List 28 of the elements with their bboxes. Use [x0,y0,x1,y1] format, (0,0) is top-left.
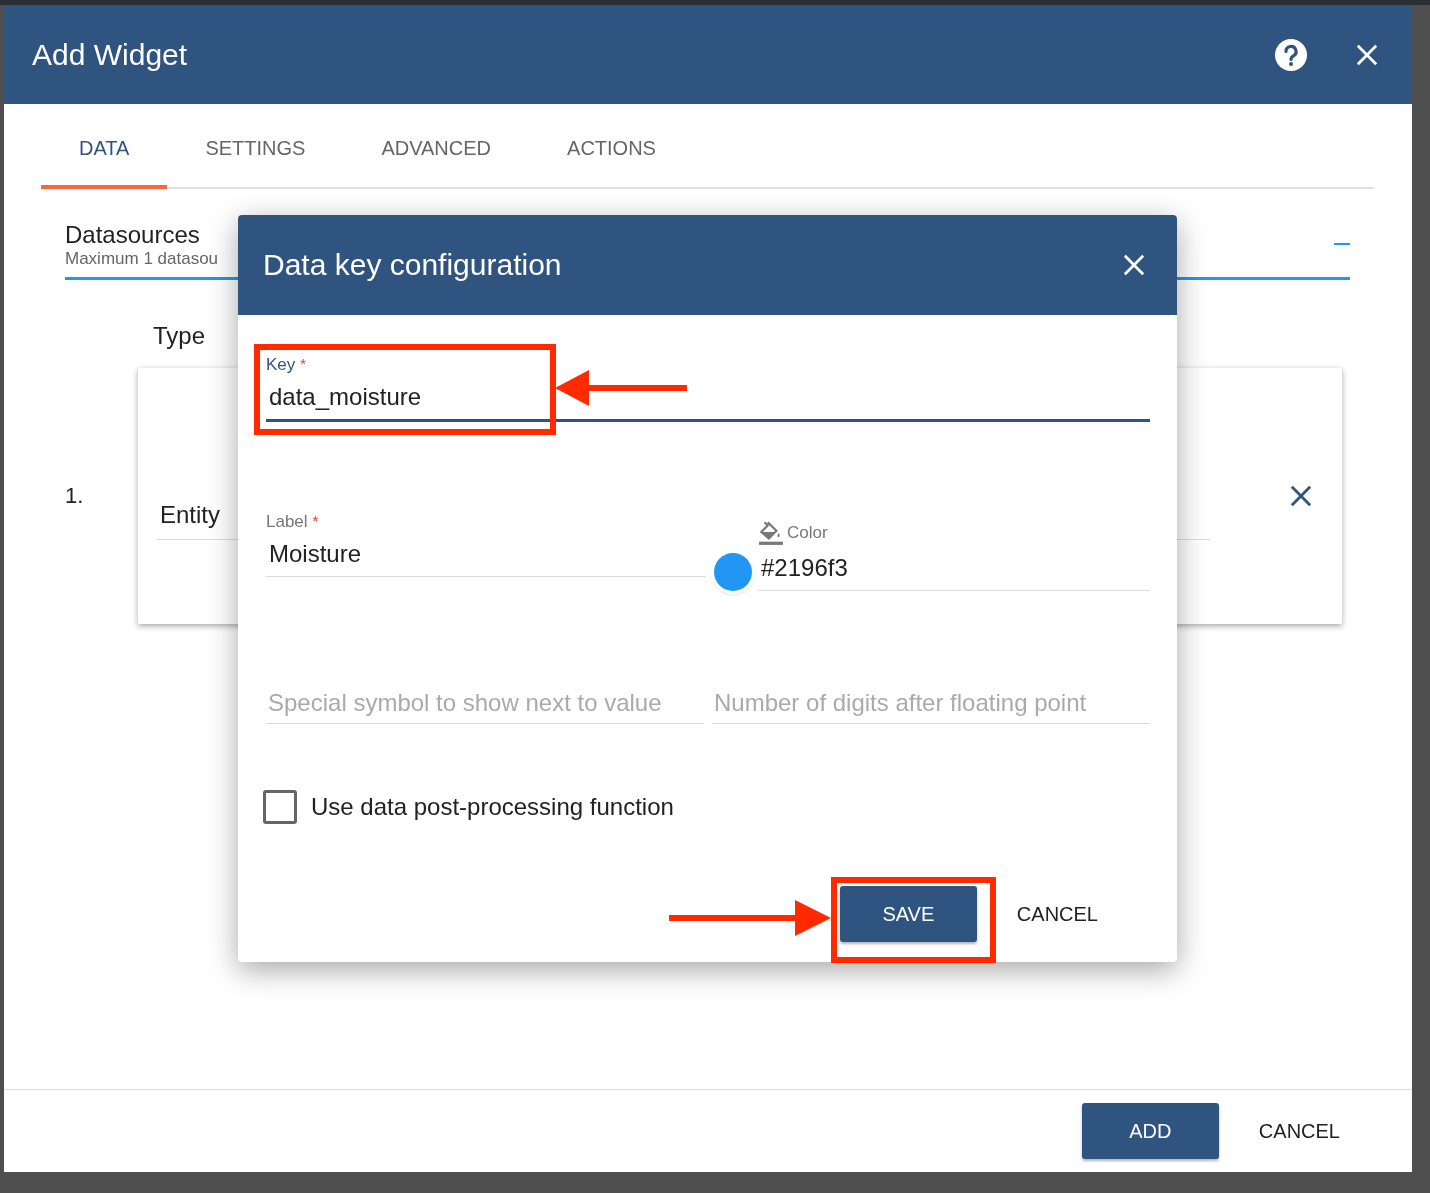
label-input-field[interactable]: Moisture [266,532,706,577]
field-label: Label * [266,512,319,532]
section-title: Datasources [65,221,201,249]
paint-bucket-icon [758,520,784,546]
add-button[interactable]: ADD [1081,1103,1219,1159]
tab[interactable]: DATA [41,104,168,189]
dialog-title: Add Widget [32,37,189,72]
tab[interactable]: SETTINGS [167,104,344,189]
color-swatch[interactable] [714,553,752,591]
checkbox-label[interactable]: Use data post-processing function [311,793,674,821]
column-label: Type [153,322,207,350]
checkbox[interactable] [263,790,297,824]
field-label: Key * [266,355,307,375]
field-label: Color [787,523,828,543]
close-icon[interactable] [1356,43,1378,66]
remove-icon[interactable] [1290,485,1312,507]
collapse-icon[interactable] [1334,243,1350,247]
tab[interactable]: ACTIONS [529,104,694,189]
save-button[interactable]: SAVE [839,886,977,942]
color-input-field[interactable]: #2196f3 [758,546,1150,591]
close-icon[interactable] [1123,254,1145,276]
cancel-button[interactable]: CANCEL [1238,1103,1360,1159]
row-number: 1. [65,483,85,509]
dialog-title: Data key configuration [263,248,562,282]
help-icon[interactable] [1274,37,1308,72]
cancel-button[interactable]: CANCEL [996,886,1118,942]
tab[interactable]: ADVANCED [343,104,530,189]
section-subtitle: Maximum 1 datasou [65,249,219,269]
